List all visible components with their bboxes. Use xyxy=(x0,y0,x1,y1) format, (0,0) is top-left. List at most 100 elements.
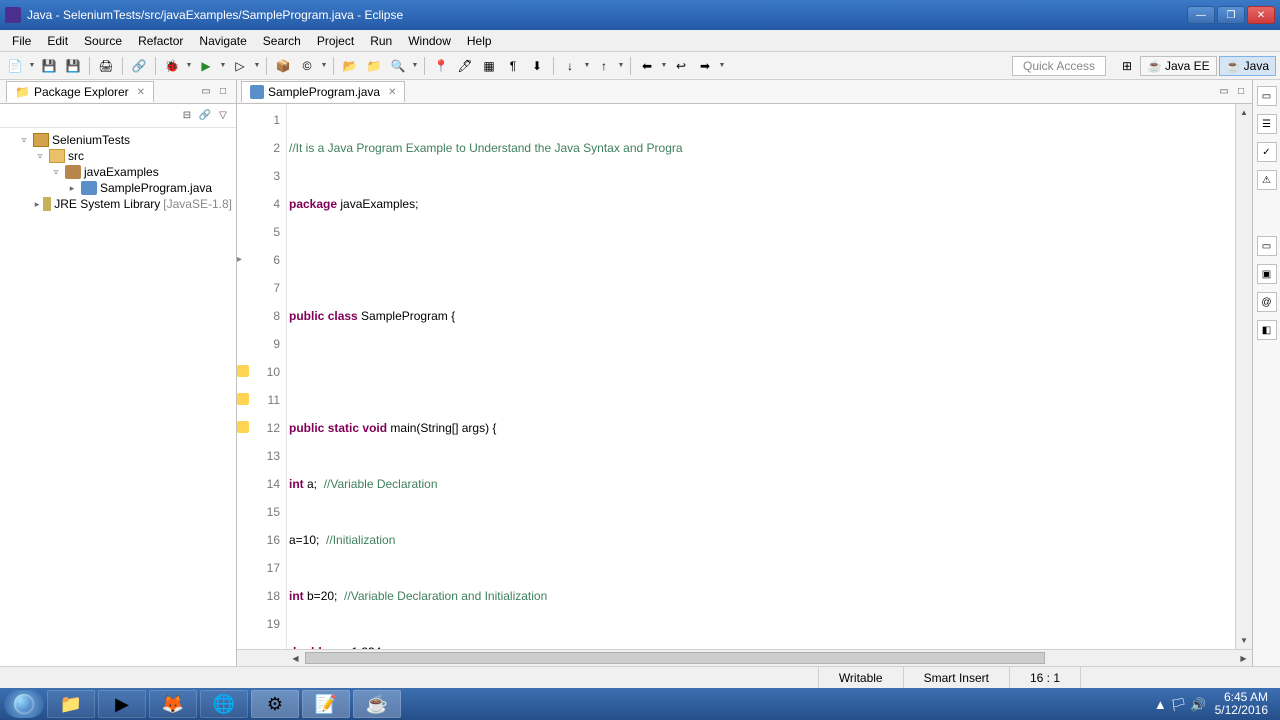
perspective-java-ee[interactable]: ☕Java EE xyxy=(1140,56,1217,76)
windows-taskbar[interactable]: 📁 ▶ 🦊 🌐 ⚙ 📝 ☕ ▲ 🏳 🔊 6:45 AM 5/12/2016 xyxy=(0,688,1280,720)
app-task-1[interactable]: ⚙ xyxy=(251,690,299,718)
quick-access-input[interactable]: Quick Access xyxy=(1012,56,1106,76)
menu-file[interactable]: File xyxy=(4,31,39,51)
save-button[interactable]: 💾 xyxy=(38,55,60,77)
restore-view-button[interactable]: ▭ xyxy=(1257,86,1277,106)
block-select-button[interactable]: ▦ xyxy=(478,55,500,77)
notepad-task[interactable]: 📝 xyxy=(302,690,350,718)
expand-icon[interactable]: ▸ xyxy=(66,183,78,194)
back-button[interactable]: ⬅ xyxy=(636,55,658,77)
javadoc-view-button[interactable]: @ xyxy=(1257,292,1277,312)
last-edit-button[interactable]: ↩ xyxy=(670,55,692,77)
code-editor[interactable]: //It is a Java Program Example to Unders… xyxy=(287,104,1235,649)
eclipse-task[interactable]: ☕ xyxy=(353,690,401,718)
back-dropdown[interactable]: ▼ xyxy=(660,62,668,69)
next-annot-button[interactable]: ↓ xyxy=(559,55,581,77)
tray-icons[interactable]: ▲ 🏳 🔊 xyxy=(1154,698,1207,711)
run-last-dropdown[interactable]: ▼ xyxy=(253,62,261,69)
expand-icon[interactable]: ▿ xyxy=(50,167,62,178)
tree-file[interactable]: ▸SampleProgram.java xyxy=(0,180,236,196)
debug-button[interactable]: 🐞 xyxy=(161,55,183,77)
close-button[interactable]: ✕ xyxy=(1247,6,1275,24)
link-button[interactable]: 🔗 xyxy=(128,55,150,77)
open-perspective-button[interactable]: ⊞ xyxy=(1116,55,1138,77)
forward-dropdown[interactable]: ▼ xyxy=(718,62,726,69)
new-dropdown[interactable]: ▼ xyxy=(28,62,36,69)
search-dropdown[interactable]: ▼ xyxy=(411,62,419,69)
scroll-down-icon[interactable]: ▼ xyxy=(1236,632,1252,649)
system-tray[interactable]: ▲ 🏳 🔊 6:45 AM 5/12/2016 xyxy=(1154,691,1276,717)
run-dropdown[interactable]: ▼ xyxy=(219,62,227,69)
outline-view-button[interactable]: ☰ xyxy=(1257,114,1277,134)
menu-help[interactable]: Help xyxy=(459,31,500,51)
prev-annot-dropdown[interactable]: ▼ xyxy=(617,62,625,69)
menu-project[interactable]: Project xyxy=(309,31,362,51)
scroll-right-icon[interactable]: ▶ xyxy=(1235,650,1252,666)
menu-source[interactable]: Source xyxy=(76,31,130,51)
tree-package[interactable]: ▿javaExamples xyxy=(0,164,236,180)
firefox-task[interactable]: 🦊 xyxy=(149,690,197,718)
close-icon[interactable]: ✕ xyxy=(137,87,145,98)
prev-annot-button[interactable]: ↑ xyxy=(593,55,615,77)
expand-icon[interactable]: ▸ xyxy=(34,199,40,210)
chrome-task[interactable]: 🌐 xyxy=(200,690,248,718)
line-number-gutter[interactable]: 1 2 3 4 5 6 7 8 9 10 11 12 13 14 15 16 1… xyxy=(237,104,287,649)
annot-next-button[interactable]: ⬇ xyxy=(526,55,548,77)
expand-icon[interactable]: ▿ xyxy=(18,135,30,146)
scroll-thumb[interactable] xyxy=(305,652,1045,664)
new-button[interactable]: 📄 xyxy=(4,55,26,77)
editor-tab[interactable]: SampleProgram.java ✕ xyxy=(241,81,405,102)
menu-window[interactable]: Window xyxy=(400,31,459,51)
new-package-button[interactable]: 📦 xyxy=(272,55,294,77)
next-annot-dropdown[interactable]: ▼ xyxy=(583,62,591,69)
vertical-scrollbar[interactable]: ▲ ▼ xyxy=(1235,104,1252,649)
horizontal-scrollbar[interactable]: ◀ ▶ xyxy=(287,650,1252,666)
menu-search[interactable]: Search xyxy=(255,31,309,51)
project-tree[interactable]: ▿SeleniumTests ▿src ▿javaExamples ▸Sampl… xyxy=(0,128,236,666)
maximize-button[interactable]: ❐ xyxy=(1217,6,1245,24)
new-class-button[interactable]: © xyxy=(296,55,318,77)
scroll-left-icon[interactable]: ◀ xyxy=(287,650,304,666)
scroll-up-icon[interactable]: ▲ xyxy=(1236,104,1252,121)
toggle-breakpoint-button[interactable]: 📍 xyxy=(430,55,452,77)
declaration-view-button[interactable]: ◧ xyxy=(1257,320,1277,340)
close-icon[interactable]: ✕ xyxy=(388,87,396,98)
save-all-button[interactable]: 💾 xyxy=(62,55,84,77)
menu-edit[interactable]: Edit xyxy=(39,31,76,51)
package-explorer-tab[interactable]: 📁 Package Explorer ✕ xyxy=(6,81,154,102)
media-player-task[interactable]: ▶ xyxy=(98,690,146,718)
show-whitespace-button[interactable]: ¶ xyxy=(502,55,524,77)
search-button[interactable]: 🔍 xyxy=(387,55,409,77)
open-task-button[interactable]: 📁 xyxy=(363,55,385,77)
tree-jre[interactable]: ▸JRE System Library [JavaSE-1.8] xyxy=(0,196,236,212)
forward-button[interactable]: ➡ xyxy=(694,55,716,77)
tasks-view-button[interactable]: ✓ xyxy=(1257,142,1277,162)
open-type-button[interactable]: 📂 xyxy=(339,55,361,77)
tree-src[interactable]: ▿src xyxy=(0,148,236,164)
menu-refactor[interactable]: Refactor xyxy=(130,31,191,51)
maximize-editor-button[interactable]: □ xyxy=(1234,85,1248,99)
expand-icon[interactable]: ▿ xyxy=(34,151,46,162)
run-last-button[interactable]: ▷ xyxy=(229,55,251,77)
menu-navigate[interactable]: Navigate xyxy=(191,31,254,51)
debug-dropdown[interactable]: ▼ xyxy=(185,62,193,69)
tree-project[interactable]: ▿SeleniumTests xyxy=(0,132,236,148)
link-editor-button[interactable]: 🔗 xyxy=(198,109,212,123)
print-button[interactable]: 🖨 xyxy=(95,55,117,77)
start-button[interactable] xyxy=(4,690,44,718)
problems-view-button[interactable]: ⚠ xyxy=(1257,170,1277,190)
collapse-all-button[interactable]: ⊟ xyxy=(180,109,194,123)
menu-run[interactable]: Run xyxy=(362,31,400,51)
minimize-view-button[interactable]: ▭ xyxy=(199,85,213,99)
restore-view2-button[interactable]: ▭ xyxy=(1257,236,1277,256)
minimize-editor-button[interactable]: ▭ xyxy=(1217,85,1231,99)
new-class-dropdown[interactable]: ▼ xyxy=(320,62,328,69)
console-view-button[interactable]: ▣ xyxy=(1257,264,1277,284)
maximize-view-button[interactable]: □ xyxy=(216,85,230,99)
view-menu-button[interactable]: ▽ xyxy=(216,109,230,123)
mark-occur-button[interactable]: 🖊 xyxy=(454,55,476,77)
run-button[interactable]: ▶ xyxy=(195,55,217,77)
perspective-java[interactable]: ☕Java xyxy=(1219,56,1276,76)
explorer-task[interactable]: 📁 xyxy=(47,690,95,718)
minimize-button[interactable]: — xyxy=(1187,6,1215,24)
